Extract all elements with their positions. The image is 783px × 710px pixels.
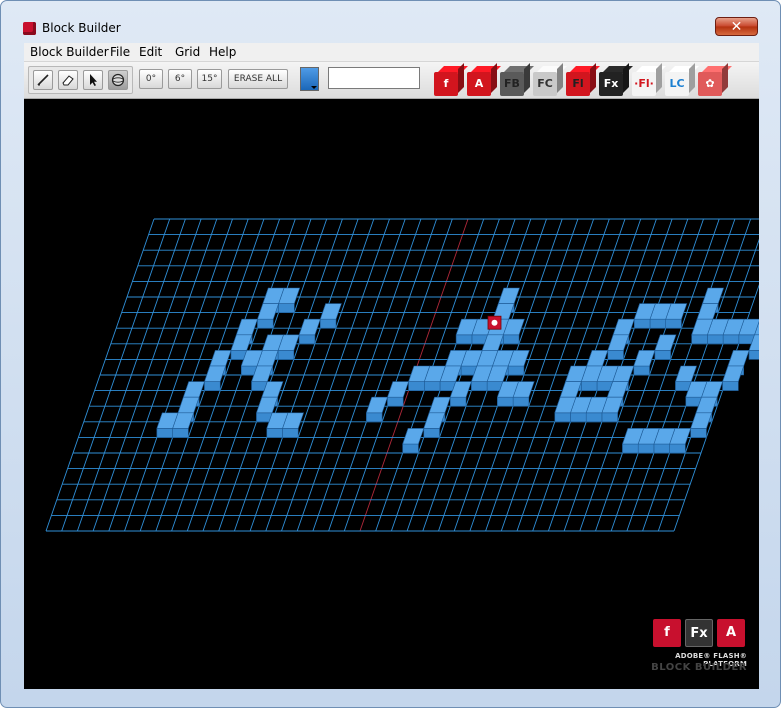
angle-6-button[interactable]: 6° xyxy=(168,69,192,89)
grid-lines xyxy=(45,218,759,532)
eraser-icon xyxy=(62,75,74,86)
preset-block-0[interactable]: f xyxy=(434,63,468,96)
block[interactable] xyxy=(387,381,410,407)
color-picker[interactable] xyxy=(300,67,319,91)
block[interactable] xyxy=(257,303,280,329)
block[interactable] xyxy=(298,318,321,345)
arrow-cursor-icon xyxy=(90,74,97,86)
preset-block-label: Fx xyxy=(599,72,623,96)
menu-grid[interactable]: Grid xyxy=(175,45,200,59)
pencil-tool[interactable] xyxy=(33,70,53,90)
angle-15-button[interactable]: 15° xyxy=(197,69,222,89)
preset-block-label: f xyxy=(434,72,458,96)
preset-block-1[interactable]: A xyxy=(467,63,501,96)
dropdown-arrow-icon xyxy=(311,86,317,89)
menu-file[interactable]: File xyxy=(110,45,130,59)
preset-block-side xyxy=(491,63,497,93)
preset-block-side xyxy=(689,63,695,93)
preset-block-3[interactable]: FC xyxy=(533,63,567,96)
preset-block-label: Fl xyxy=(566,72,590,96)
pencil-icon xyxy=(37,74,49,86)
flex-logo-icon: Fx xyxy=(685,619,713,647)
air-logo-icon: A xyxy=(717,619,745,647)
block[interactable] xyxy=(607,334,630,360)
block[interactable] xyxy=(319,303,342,329)
preset-block-5[interactable]: Fx xyxy=(599,63,633,96)
preset-block-8[interactable]: ✿ xyxy=(698,63,732,96)
preset-block-side xyxy=(722,63,728,93)
build-canvas[interactable]: f Fx A ADOBE® FLASH® PLATFORM BLOCK BUIL… xyxy=(24,99,759,689)
preset-block-side xyxy=(524,63,530,93)
adobe-flash-platform-logo: f Fx A ADOBE® FLASH® PLATFORM BLOCK BUIL… xyxy=(651,619,751,679)
preset-block-label: FC xyxy=(533,72,557,96)
sphere-icon xyxy=(111,73,125,87)
toolbar: 0° 6° 15° ERASE ALL f A FB FC Fl Fx ·Fl· LC ✿ xyxy=(24,62,759,99)
eraser-tool[interactable] xyxy=(58,70,78,90)
menu-help[interactable]: Help xyxy=(209,45,236,59)
title-bar[interactable]: Block Builder ✕ xyxy=(1,1,780,41)
select-tool[interactable] xyxy=(83,70,103,90)
preset-block-side xyxy=(458,63,464,93)
preset-block-label: ✿ xyxy=(698,72,722,96)
menu-bar: Block Builder File Edit Grid Help xyxy=(24,43,759,62)
preset-block-label: ·Fl· xyxy=(632,72,656,96)
block[interactable] xyxy=(423,412,446,438)
block[interactable] xyxy=(722,365,745,391)
menu-edit[interactable]: Edit xyxy=(139,45,162,59)
preset-block-label: FB xyxy=(500,72,524,96)
preset-block-side xyxy=(623,63,629,93)
block[interactable] xyxy=(365,396,388,423)
isometric-grid-canvas[interactable] xyxy=(24,99,759,689)
menu-block-builder[interactable]: Block Builder xyxy=(30,45,109,59)
cursor-block[interactable] xyxy=(487,315,502,330)
preset-block-side xyxy=(656,63,662,93)
flower-icon xyxy=(491,319,498,326)
close-button[interactable]: ✕ xyxy=(715,17,758,36)
preset-block-7[interactable]: LC xyxy=(665,63,699,96)
preset-block-2[interactable]: FB xyxy=(500,63,534,96)
rotate-tool[interactable] xyxy=(108,70,128,90)
app-window: Block Builder ✕ Block Builder File Edit … xyxy=(0,0,781,708)
window-title: Block Builder xyxy=(42,21,121,35)
draw-tool-group xyxy=(28,66,133,94)
name-input[interactable] xyxy=(328,67,420,89)
block[interactable] xyxy=(654,334,677,360)
angle-0-button[interactable]: 0° xyxy=(139,69,163,89)
app-icon xyxy=(23,22,36,35)
block[interactable] xyxy=(402,428,425,454)
preset-block-label: LC xyxy=(665,72,689,96)
block[interactable] xyxy=(633,350,656,376)
erase-all-button[interactable]: ERASE ALL xyxy=(228,69,288,89)
preset-block-4[interactable]: Fl xyxy=(566,63,600,96)
preset-block-side xyxy=(557,63,563,93)
logo-block-builder-text: BLOCK BUILDER xyxy=(651,662,747,673)
block[interactable] xyxy=(690,412,713,438)
preset-block-side xyxy=(590,63,596,93)
flash-logo-icon: f xyxy=(653,619,681,647)
preset-block-6[interactable]: ·Fl· xyxy=(632,63,666,96)
block[interactable] xyxy=(204,365,227,391)
preset-block-label: A xyxy=(467,72,491,96)
